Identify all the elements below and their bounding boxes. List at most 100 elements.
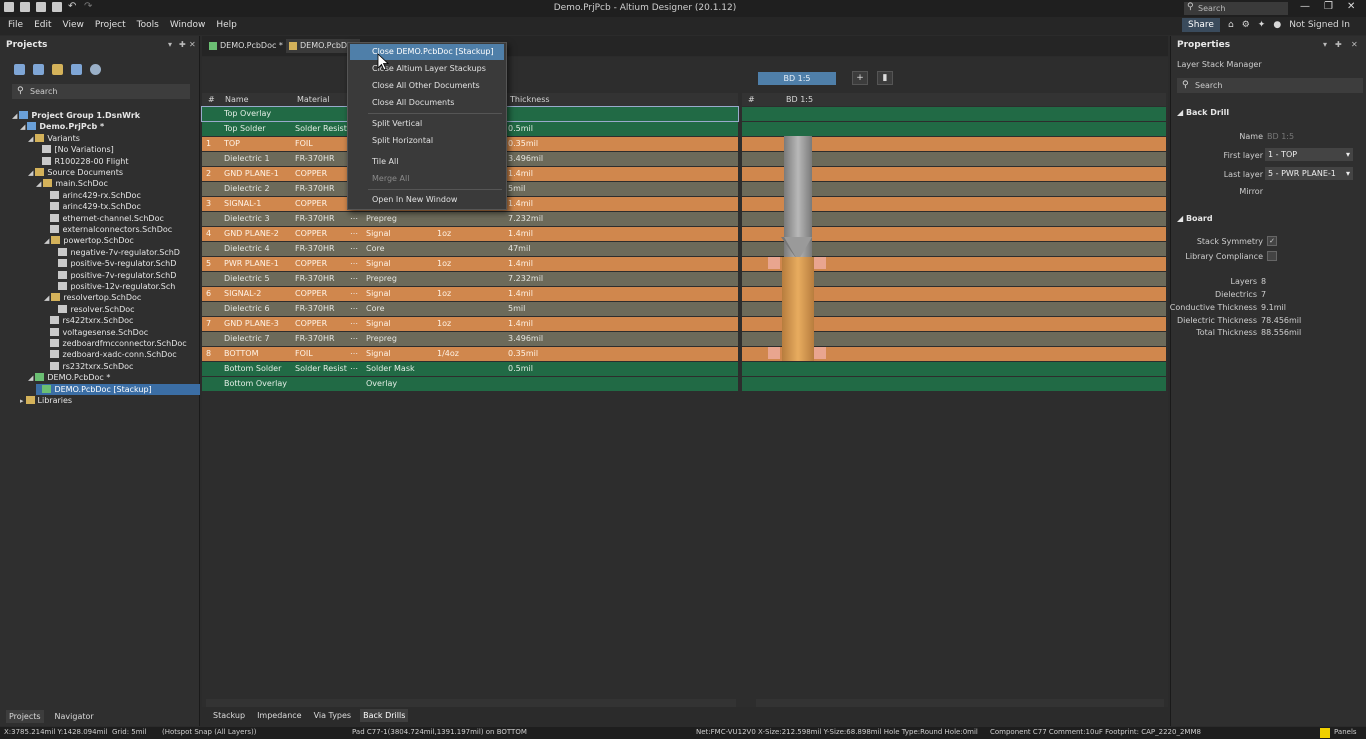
tree-item[interactable]: arinc429-tx.SchDoc <box>44 201 200 212</box>
cell-material[interactable]: COPPER <box>295 287 327 301</box>
expand-icon[interactable]: ◢ <box>44 294 49 302</box>
back-drill-bd-button[interactable]: BD 1:5 <box>758 72 836 85</box>
share-button[interactable]: Share <box>1182 18 1220 32</box>
cell-weight[interactable]: 1/4oz <box>437 347 459 361</box>
expand-icon[interactable] <box>44 340 48 348</box>
cell-weight[interactable]: 1oz <box>437 287 451 301</box>
cell-type[interactable]: Prepreg <box>366 332 397 346</box>
drill-hscrollbar[interactable] <box>756 699 1164 707</box>
stack-symmetry-checkbox[interactable]: ✓ <box>1267 236 1277 246</box>
name-field[interactable]: BD 1:5 <box>1267 132 1294 141</box>
save-project-icon[interactable] <box>14 64 25 75</box>
cell-type[interactable]: Prepreg <box>366 272 397 286</box>
tab-back-drills[interactable]: Back Drills <box>360 709 409 722</box>
cell-material[interactable]: FR-370HR <box>295 212 335 226</box>
menu-close-other-documents[interactable]: Close All Other Documents <box>350 78 504 94</box>
notification-icon[interactable]: ✦ <box>1258 20 1266 30</box>
stack-row[interactable]: Dielectric 7 FR-370HR Prepreg 3.496mil ⋯ <box>202 332 738 346</box>
stack-row[interactable]: Dielectric 4 FR-370HR Core 47mil ⋯ <box>202 242 738 256</box>
tree-item[interactable]: ◢ Project Group 1.DsnWrk <box>12 110 200 121</box>
cell-name[interactable]: GND PLANE-1 <box>224 167 279 181</box>
tree-item[interactable]: ◢ Variants <box>28 133 200 144</box>
cell-num[interactable]: 6 <box>206 287 211 301</box>
expand-icon[interactable] <box>44 317 48 325</box>
panel-menu-icon[interactable]: ▾ <box>168 40 172 49</box>
expand-icon[interactable] <box>44 226 48 234</box>
cell-thickness[interactable]: 0.5mil <box>508 362 533 376</box>
expand-icon[interactable] <box>36 146 40 154</box>
menu-close-stackup[interactable]: Close DEMO.PcbDoc [Stackup] <box>350 44 504 60</box>
cell-material[interactable]: COPPER <box>295 167 327 181</box>
cell-num[interactable]: 8 <box>206 347 211 361</box>
cell-type[interactable]: Core <box>366 242 385 256</box>
tree-item[interactable]: ◢ main.SchDoc <box>36 178 200 189</box>
cell-name[interactable]: SIGNAL-1 <box>224 197 261 211</box>
global-search-input[interactable]: Search <box>1184 1 1288 15</box>
material-browse-icon[interactable]: ⋯ <box>350 227 358 241</box>
stack-row[interactable]: Dielectric 3 FR-370HR Prepreg 7.232mil ⋯ <box>202 212 738 226</box>
expand-icon[interactable]: ▸ <box>20 397 24 405</box>
material-browse-icon[interactable]: ⋯ <box>350 362 358 376</box>
cell-name[interactable]: Dielectric 1 <box>224 152 270 166</box>
cell-material[interactable]: Solder Resist <box>295 362 347 376</box>
cell-name[interactable]: Dielectric 2 <box>224 182 270 196</box>
cell-name[interactable]: Dielectric 5 <box>224 272 270 286</box>
cell-num[interactable]: 5 <box>206 257 211 271</box>
menu-project[interactable]: Project <box>95 20 126 30</box>
cell-material[interactable]: COPPER <box>295 317 327 331</box>
tree-item[interactable]: positive-7v-regulator.SchD <box>52 270 200 281</box>
cell-name[interactable]: SIGNAL-2 <box>224 287 261 301</box>
tree-item[interactable]: DEMO.PcbDoc [Stackup] <box>36 383 200 395</box>
expand-icon[interactable]: ◢ <box>36 180 41 188</box>
menu-tools[interactable]: Tools <box>137 20 159 30</box>
col-material[interactable]: Material <box>297 95 330 104</box>
menu-close-layer-stackups[interactable]: Close Altium Layer Stackups <box>350 61 504 77</box>
expand-icon[interactable]: ◢ <box>44 237 49 245</box>
user-icon[interactable]: ● <box>1273 20 1281 30</box>
library-compliance-checkbox[interactable] <box>1267 251 1277 261</box>
properties-search-input[interactable]: Search <box>1177 78 1363 93</box>
tab-demo-pcbdoc[interactable]: DEMO.PcbDoc * <box>206 39 283 53</box>
cell-name[interactable]: Dielectric 7 <box>224 332 270 346</box>
cell-name[interactable]: TOP <box>224 137 240 151</box>
cell-type[interactable]: Signal <box>366 257 391 271</box>
refresh-icon[interactable] <box>71 64 82 75</box>
cell-material[interactable]: COPPER <box>295 197 327 211</box>
menu-window[interactable]: Window <box>170 20 206 30</box>
cell-type[interactable]: Signal <box>366 287 391 301</box>
stack-row[interactable]: Dielectric 6 FR-370HR Core 5mil ⋯ <box>202 302 738 316</box>
cell-thickness[interactable]: 7.232mil <box>508 212 543 226</box>
material-browse-icon[interactable]: ⋯ <box>350 302 358 316</box>
cell-name[interactable]: Top Solder <box>224 122 266 136</box>
panels-icon[interactable] <box>1320 728 1330 738</box>
cell-material[interactable]: Solder Resist <box>295 122 347 136</box>
tree-item[interactable]: zedboard-xadc-conn.SchDoc <box>44 349 200 360</box>
cell-name[interactable]: Top Overlay <box>224 107 271 121</box>
cell-thickness[interactable]: 1.4mil <box>508 197 533 211</box>
cell-num[interactable]: 1 <box>206 137 211 151</box>
cell-type[interactable]: Signal <box>366 227 391 241</box>
expand-icon[interactable]: ◢ <box>28 374 33 382</box>
material-browse-icon[interactable]: ⋯ <box>350 287 358 301</box>
cell-material[interactable]: FR-370HR <box>295 182 335 196</box>
tree-item[interactable]: ◢ DEMO.PcbDoc * <box>28 372 200 383</box>
cell-num[interactable]: 3 <box>206 197 211 211</box>
cell-material[interactable]: COPPER <box>295 227 327 241</box>
cell-thickness[interactable]: 1.4mil <box>508 287 533 301</box>
cell-type[interactable]: Core <box>366 302 385 316</box>
back-drill-section[interactable]: ◢ Back Drill <box>1177 108 1229 117</box>
stack-row[interactable]: 7 GND PLANE-3 COPPER Signal 1oz 1.4mil ⋯ <box>202 317 738 331</box>
cell-thickness[interactable]: 1.4mil <box>508 227 533 241</box>
stack-row[interactable]: Dielectric 5 FR-370HR Prepreg 7.232mil ⋯ <box>202 272 738 286</box>
menu-close-all-documents[interactable]: Close All Documents <box>350 95 504 111</box>
panel-close-icon[interactable]: ✕ <box>1351 40 1358 49</box>
stack-row[interactable]: 4 GND PLANE-2 COPPER Signal 1oz 1.4mil ⋯ <box>202 227 738 241</box>
pin-icon[interactable]: ✚ <box>1335 40 1342 49</box>
expand-icon[interactable] <box>44 192 48 200</box>
tree-item[interactable]: [No Variations] <box>36 144 200 155</box>
add-icon[interactable]: + <box>852 71 868 85</box>
cell-name[interactable]: BOTTOM <box>224 347 258 361</box>
cell-thickness[interactable]: 0.5mil <box>508 122 533 136</box>
tree-item[interactable]: positive-5v-regulator.SchD <box>52 258 200 269</box>
cell-name[interactable]: GND PLANE-2 <box>224 227 279 241</box>
